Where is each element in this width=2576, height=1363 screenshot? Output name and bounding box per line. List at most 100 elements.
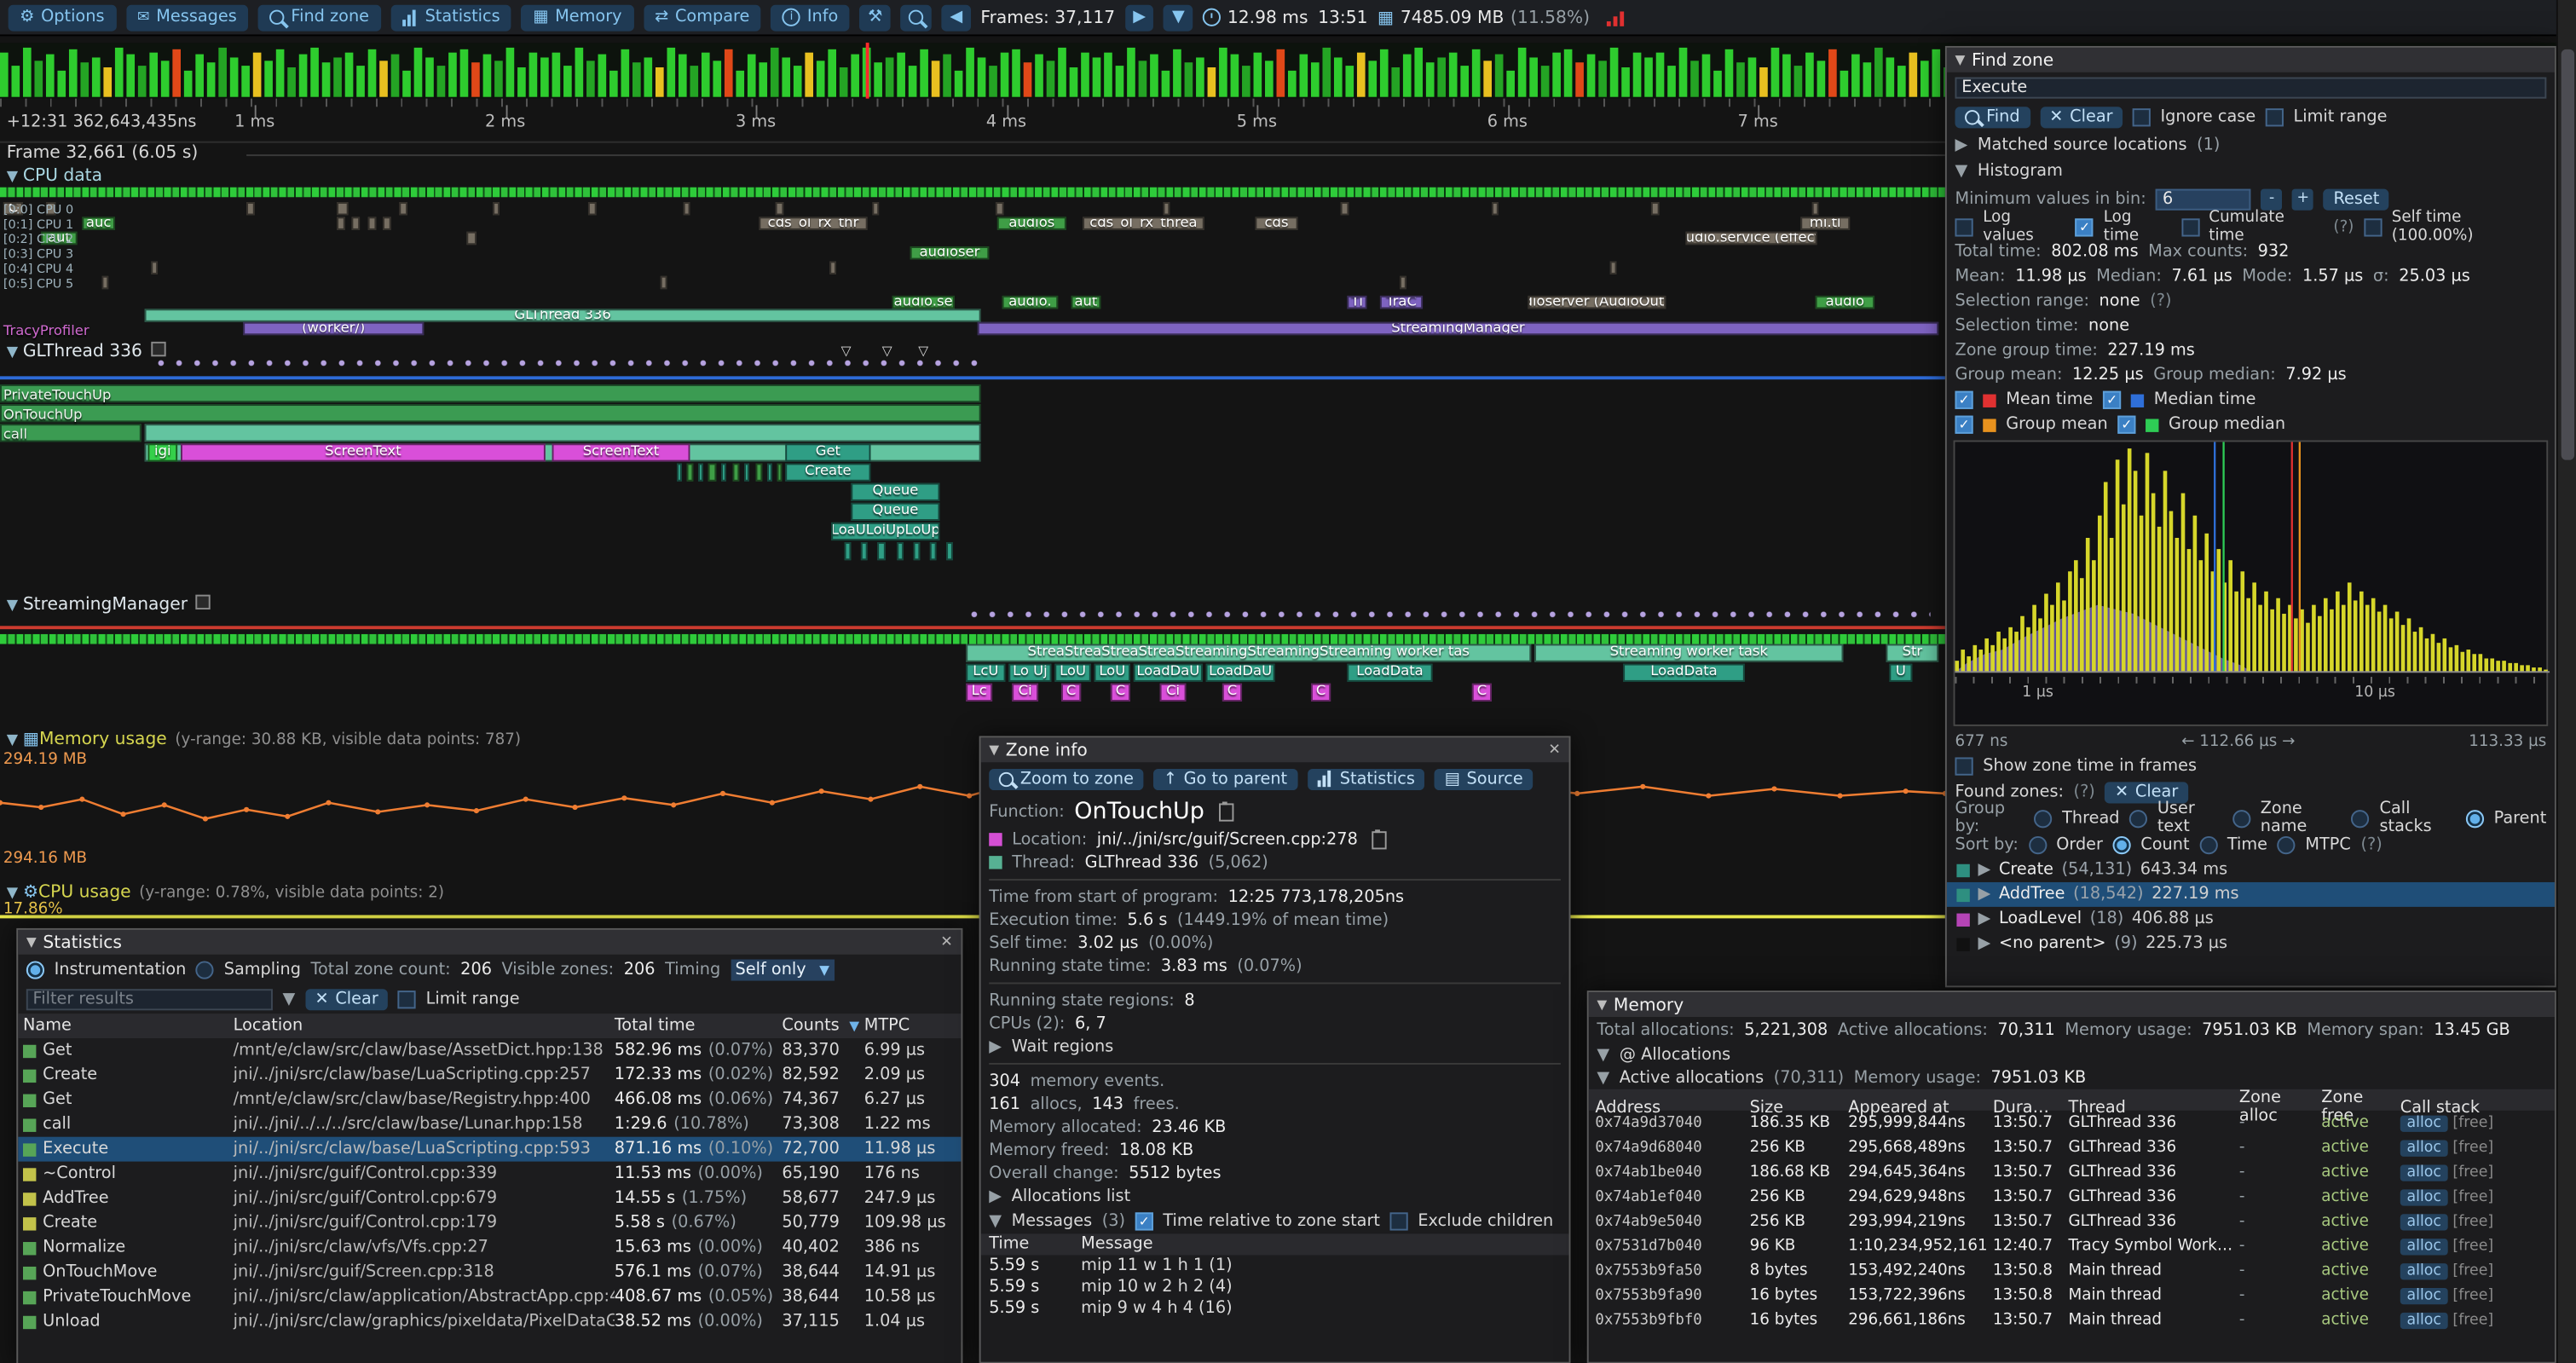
statistics-table-header[interactable]: NameLocationTotal timeCounts▼MTPC bbox=[18, 1014, 961, 1038]
find-zone-input[interactable] bbox=[1955, 77, 2546, 98]
clear-filter-button[interactable]: ✕Clear bbox=[305, 988, 388, 1009]
table-row[interactable]: Get/mnt/e/claw/src/claw/base/AssetDict.h… bbox=[18, 1038, 961, 1063]
increment-button[interactable]: + bbox=[2292, 188, 2313, 210]
found-zone-row[interactable]: ▶LoadLevel(18)406.88 µs bbox=[1947, 907, 2555, 932]
expand-arrow-icon[interactable]: ▶ bbox=[989, 1037, 1002, 1055]
zone-bar[interactable]: Ci bbox=[1012, 684, 1038, 702]
column-header[interactable]: Counts▼ bbox=[782, 1017, 863, 1035]
histogram-label[interactable]: Histogram bbox=[1978, 162, 2063, 180]
zone-bar[interactable]: C bbox=[1472, 684, 1492, 702]
message-row[interactable]: 5.59 smip 11 w 1 h 1 (1) bbox=[981, 1255, 1569, 1276]
zone-bar[interactable]: mi.tl bbox=[1800, 217, 1850, 229]
vertical-scrollbar[interactable] bbox=[2556, 0, 2576, 1363]
zone-bar[interactable] bbox=[1164, 202, 1170, 215]
zone-bar[interactable]: auc bbox=[82, 217, 115, 229]
frame-marker-icon[interactable]: ▽ bbox=[918, 344, 928, 358]
alloc-callstack-button[interactable]: alloc bbox=[2400, 1116, 2448, 1132]
table-row[interactable]: PrivateTouchMovejni/../jni/src/claw/appl… bbox=[18, 1285, 961, 1309]
zone-bar[interactable] bbox=[877, 542, 886, 560]
allocation-row[interactable]: 0x7553b9fa508 bytes153,492,240ns13:50.8M… bbox=[1589, 1258, 2555, 1283]
thread-pin-icon[interactable] bbox=[196, 595, 211, 609]
parent-radio[interactable] bbox=[2466, 809, 2484, 827]
zone-bar[interactable] bbox=[698, 463, 703, 481]
zone-bar[interactable]: GLThread 336 bbox=[145, 309, 981, 321]
zone-name-radio[interactable] bbox=[2232, 809, 2250, 827]
find-button[interactable]: Find bbox=[1955, 106, 2030, 127]
thread-radio[interactable] bbox=[2034, 809, 2052, 827]
count-radio[interactable] bbox=[2113, 835, 2131, 853]
frame-marker-icon[interactable]: ▽ bbox=[841, 344, 852, 358]
zone-bar[interactable]: LoaULoiUpLoUp bbox=[831, 523, 939, 540]
zone-bar[interactable]: ScreenText bbox=[181, 443, 546, 461]
alloc-callstack-button[interactable]: alloc bbox=[2400, 1214, 2448, 1230]
zone-bar[interactable]: C bbox=[1311, 684, 1331, 702]
allocations-tab[interactable]: @ Allocations bbox=[1620, 1046, 1730, 1064]
limit-range-checkbox[interactable] bbox=[398, 990, 416, 1008]
zone-bar[interactable]: LoadData bbox=[1347, 664, 1432, 682]
zone-bar[interactable] bbox=[845, 542, 852, 560]
allocations-list-label[interactable]: Allocations list bbox=[1012, 1187, 1130, 1204]
group-median-checkbox[interactable]: ✓ bbox=[2117, 416, 2135, 434]
zone-bar[interactable]: Str bbox=[1886, 644, 1939, 662]
zone-bar[interactable]: audio bbox=[1816, 296, 1874, 309]
zone-bar[interactable]: U bbox=[1889, 664, 1912, 682]
messages-label[interactable]: Messages bbox=[1012, 1211, 1093, 1229]
help-icon[interactable]: (?) bbox=[2074, 783, 2095, 800]
zone-info-title-bar[interactable]: ▼ Zone info ✕ bbox=[981, 737, 1569, 762]
zone-bar[interactable] bbox=[368, 217, 377, 229]
alloc-callstack-button[interactable]: alloc bbox=[2400, 1239, 2448, 1255]
cpu-usage-header[interactable]: ▼CPU usage(y-range: 0.78%, visible data … bbox=[7, 882, 444, 902]
zone-bar[interactable]: LoadDaU bbox=[1206, 664, 1275, 682]
zone-bar[interactable]: TraC bbox=[1380, 296, 1423, 309]
zone-bar[interactable]: StreaStreaStreaStreaStreamingStreamingSt… bbox=[966, 644, 1531, 662]
allocation-row[interactable]: 0x7553b9fbf016 bytes296,661,186ns13:50.7… bbox=[1589, 1308, 2555, 1332]
glthread-section-header[interactable]: ▼GLThread 336 bbox=[7, 342, 165, 361]
zone-bar[interactable]: audios bbox=[997, 217, 1066, 229]
zone-bar[interactable]: Lo Uj bbox=[1008, 664, 1051, 682]
column-header[interactable]: Time bbox=[989, 1235, 1081, 1253]
exclude-children-checkbox[interactable] bbox=[1390, 1211, 1408, 1229]
zone-bar[interactable] bbox=[1492, 202, 1499, 215]
zone-bar[interactable] bbox=[383, 217, 391, 229]
call-stacks-radio[interactable] bbox=[2352, 809, 2370, 827]
self-time-checkbox[interactable] bbox=[2364, 217, 2382, 235]
zone-bar[interactable]: Ci bbox=[1160, 684, 1187, 702]
close-icon[interactable]: ✕ bbox=[1548, 742, 1561, 758]
cpu-data-section-header[interactable]: ▼CPU data bbox=[7, 166, 102, 186]
zone-bar[interactable] bbox=[897, 542, 904, 560]
ignore-case-checkbox[interactable] bbox=[2133, 107, 2151, 125]
zone-bar[interactable] bbox=[1400, 276, 1406, 289]
zone-bar[interactable]: LcU bbox=[966, 664, 1005, 682]
zone-bar[interactable]: igi bbox=[147, 443, 177, 461]
funnel-icon[interactable]: ▼ bbox=[282, 990, 295, 1008]
column-header[interactable]: Location bbox=[234, 1017, 615, 1035]
allocation-row[interactable]: 0x74a9d37040186.35 KB295,999,844ns13:50.… bbox=[1589, 1111, 2555, 1135]
message-dots[interactable] bbox=[969, 609, 1930, 620]
cumulate-time-checkbox[interactable] bbox=[2181, 217, 2199, 235]
show-zone-time-checkbox[interactable] bbox=[1955, 757, 1972, 775]
min-bin-input[interactable] bbox=[2156, 188, 2251, 210]
zone-bar[interactable]: LoadData bbox=[1623, 664, 1745, 682]
zone-bar[interactable]: Get bbox=[785, 443, 870, 461]
zone-bar[interactable]: C bbox=[1222, 684, 1242, 702]
zoom-to-zone-button[interactable]: Zoom to zone bbox=[989, 768, 1143, 789]
zone-bar[interactable] bbox=[946, 542, 953, 560]
zone-bar[interactable] bbox=[588, 202, 597, 215]
found-zone-row[interactable]: ▶Create(54,131)643.34 ms bbox=[1947, 858, 2555, 882]
user-text-radio[interactable] bbox=[2129, 809, 2147, 827]
message-row[interactable]: 5.59 smip 10 w 2 h 2 (4) bbox=[981, 1277, 1569, 1298]
group-mean-checkbox[interactable]: ✓ bbox=[1955, 416, 1972, 434]
active-allocations-label[interactable]: Active allocations bbox=[1620, 1069, 1764, 1087]
zone-bar[interactable]: aut bbox=[1071, 296, 1101, 309]
zone-bar[interactable] bbox=[145, 424, 981, 442]
zone-bar[interactable] bbox=[930, 542, 937, 560]
memory-usage-plot[interactable] bbox=[0, 748, 1945, 863]
memory-usage-header[interactable]: ▼Memory usage(y-range: 30.88 KB, visible… bbox=[7, 730, 521, 749]
zone-bar[interactable] bbox=[0, 404, 981, 422]
help-icon[interactable]: (?) bbox=[2150, 292, 2171, 310]
zone-bar[interactable]: Queue bbox=[851, 503, 939, 521]
zone-bar[interactable] bbox=[776, 202, 784, 215]
wait-regions-label[interactable]: Wait regions bbox=[1012, 1037, 1114, 1055]
zone-bar[interactable]: Ti bbox=[1347, 296, 1366, 309]
copy-icon[interactable] bbox=[1219, 802, 1233, 820]
